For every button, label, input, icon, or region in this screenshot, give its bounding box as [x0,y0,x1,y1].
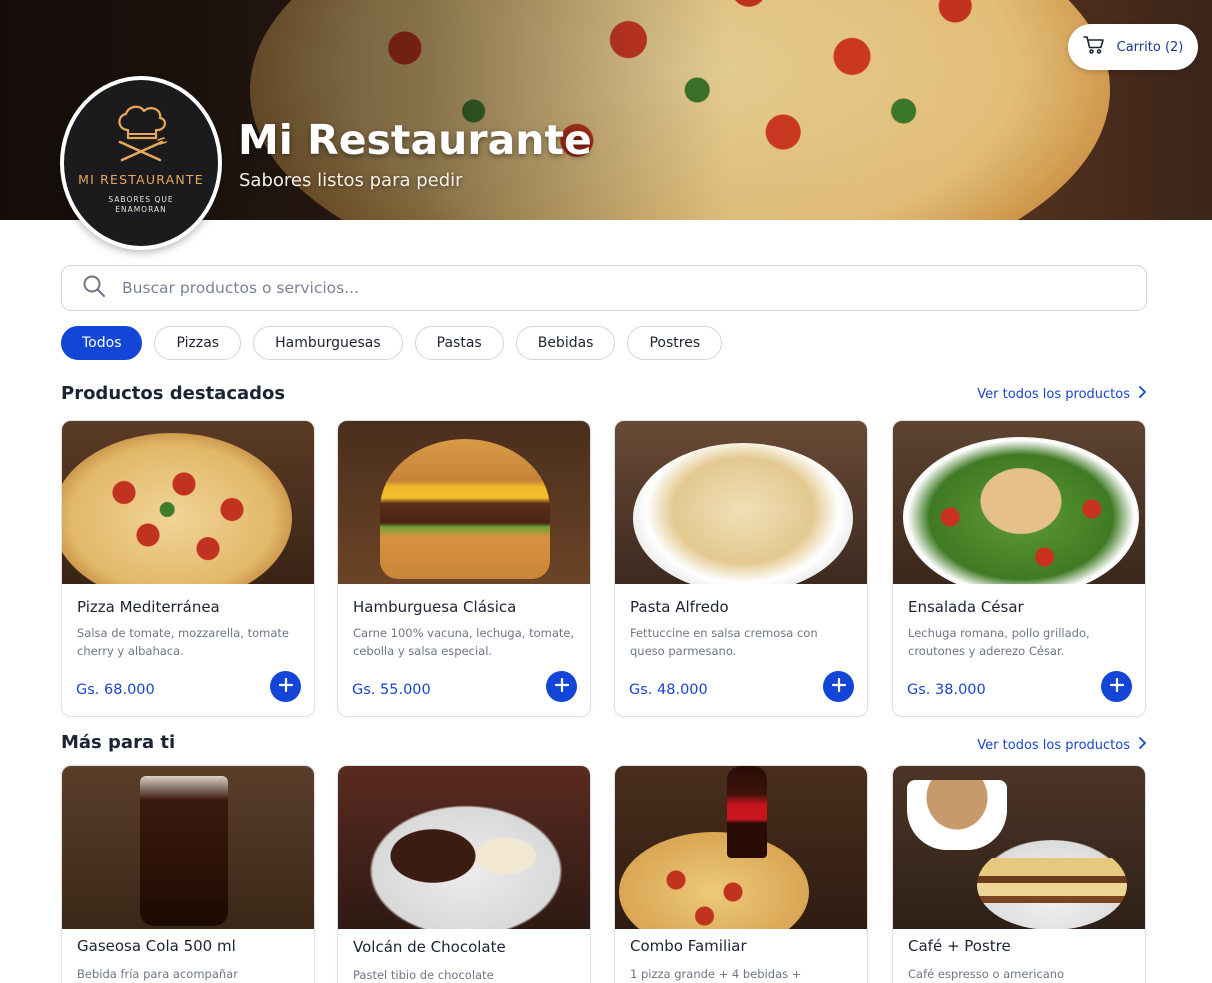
cart-button[interactable]: Carrito (2) [1068,24,1198,70]
product-card[interactable]: Pasta Alfredo Fettuccine en salsa cremos… [614,420,868,717]
category-chip-pastas[interactable]: Pastas [414,326,504,360]
page-title: Mi Restaurante [238,116,592,164]
product-description: Bebida fría para acompañar [77,967,238,981]
product-description: Carne 100% vacuna, lechuga, tomate, cebo… [353,626,575,658]
product-name: Pizza Mediterránea [77,598,220,616]
page-subtitle: Sabores listos para pedir [239,170,463,191]
product-price: Gs. 68.000 [76,682,155,698]
product-image [338,421,590,584]
chef-hat-icon [104,102,178,166]
product-description: Lechuga romana, pollo grillado, croutone… [908,626,1090,658]
product-description: Café espresso o americano [908,967,1065,981]
more-section-title: Más para ti [61,732,176,753]
add-to-cart-button[interactable] [1101,671,1132,702]
plus-icon [831,677,846,696]
product-card[interactable]: Pizza Mediterránea Salsa de tomate, mozz… [61,420,315,717]
product-image [615,766,867,929]
product-name: Combo Familiar [630,937,747,955]
product-card[interactable]: Café + Postre Café espresso o americano [892,765,1146,983]
add-to-cart-button[interactable] [270,671,301,702]
see-all-label: Ver todos los productos [977,386,1130,402]
add-to-cart-button[interactable] [546,671,577,702]
product-name: Volcán de Chocolate [353,938,506,956]
logo-tagline: SABORES QUE ENAMORAN [108,195,174,214]
chevron-right-icon [1138,386,1146,402]
category-filters: Todos Pizzas Hamburguesas Pastas Bebidas… [61,326,723,360]
product-image [338,766,590,929]
logo-name: MI RESTAURANTE [78,172,204,187]
plus-icon [278,677,293,696]
featured-see-all-link[interactable]: Ver todos los productos [977,386,1146,402]
product-description: Salsa de tomate, mozzarella, tomate cher… [77,626,289,658]
search-input[interactable] [122,279,1022,297]
product-image [893,766,1145,929]
product-image [62,766,314,929]
product-name: Hamburguesa Clásica [353,598,517,616]
product-image [893,421,1145,584]
restaurant-logo: MI RESTAURANTE SABORES QUE ENAMORAN [60,76,222,250]
product-card[interactable]: Volcán de Chocolate Pastel tibio de choc… [337,765,591,983]
product-description: Pastel tibio de chocolate [353,968,494,982]
more-see-all-link[interactable]: Ver todos los productos [977,737,1146,753]
featured-section-title: Productos destacados [61,383,286,404]
search-icon [82,274,106,302]
category-chip-bebidas[interactable]: Bebidas [515,326,616,360]
product-price: Gs. 48.000 [629,682,708,698]
category-chip-pizzas[interactable]: Pizzas [154,326,242,360]
product-description: Fettuccine en salsa cremosa con queso pa… [630,626,818,658]
product-name: Pasta Alfredo [630,598,729,616]
product-price: Gs. 38.000 [907,682,986,698]
product-price: Gs. 55.000 [352,682,431,698]
page: Carrito (2) MI RESTAURANTE SABORES QUE E… [0,0,1212,983]
product-description: 1 pizza grande + 4 bebidas + [630,967,802,981]
cart-icon [1082,35,1105,59]
see-all-label: Ver todos los productos [977,737,1130,753]
category-chip-postres[interactable]: Postres [627,326,723,360]
product-name: Gaseosa Cola 500 ml [77,937,236,955]
product-name: Ensalada César [908,598,1024,616]
product-card[interactable]: Gaseosa Cola 500 ml Bebida fría para aco… [61,765,315,983]
cart-label: Carrito (2) [1116,39,1184,55]
product-card[interactable]: Hamburguesa Clásica Carne 100% vacuna, l… [337,420,591,717]
chevron-right-icon [1138,737,1146,753]
category-chip-hamburguesas[interactable]: Hamburguesas [253,326,403,360]
search-bar[interactable] [61,265,1147,311]
product-card[interactable]: Ensalada César Lechuga romana, pollo gri… [892,420,1146,717]
category-chip-todos[interactable]: Todos [61,326,143,360]
product-image [62,421,314,584]
plus-icon [554,677,569,696]
plus-icon [1109,677,1124,696]
add-to-cart-button[interactable] [823,671,854,702]
product-image [615,421,867,584]
product-card[interactable]: Combo Familiar 1 pizza grande + 4 bebida… [614,765,868,983]
product-name: Café + Postre [908,937,1011,955]
